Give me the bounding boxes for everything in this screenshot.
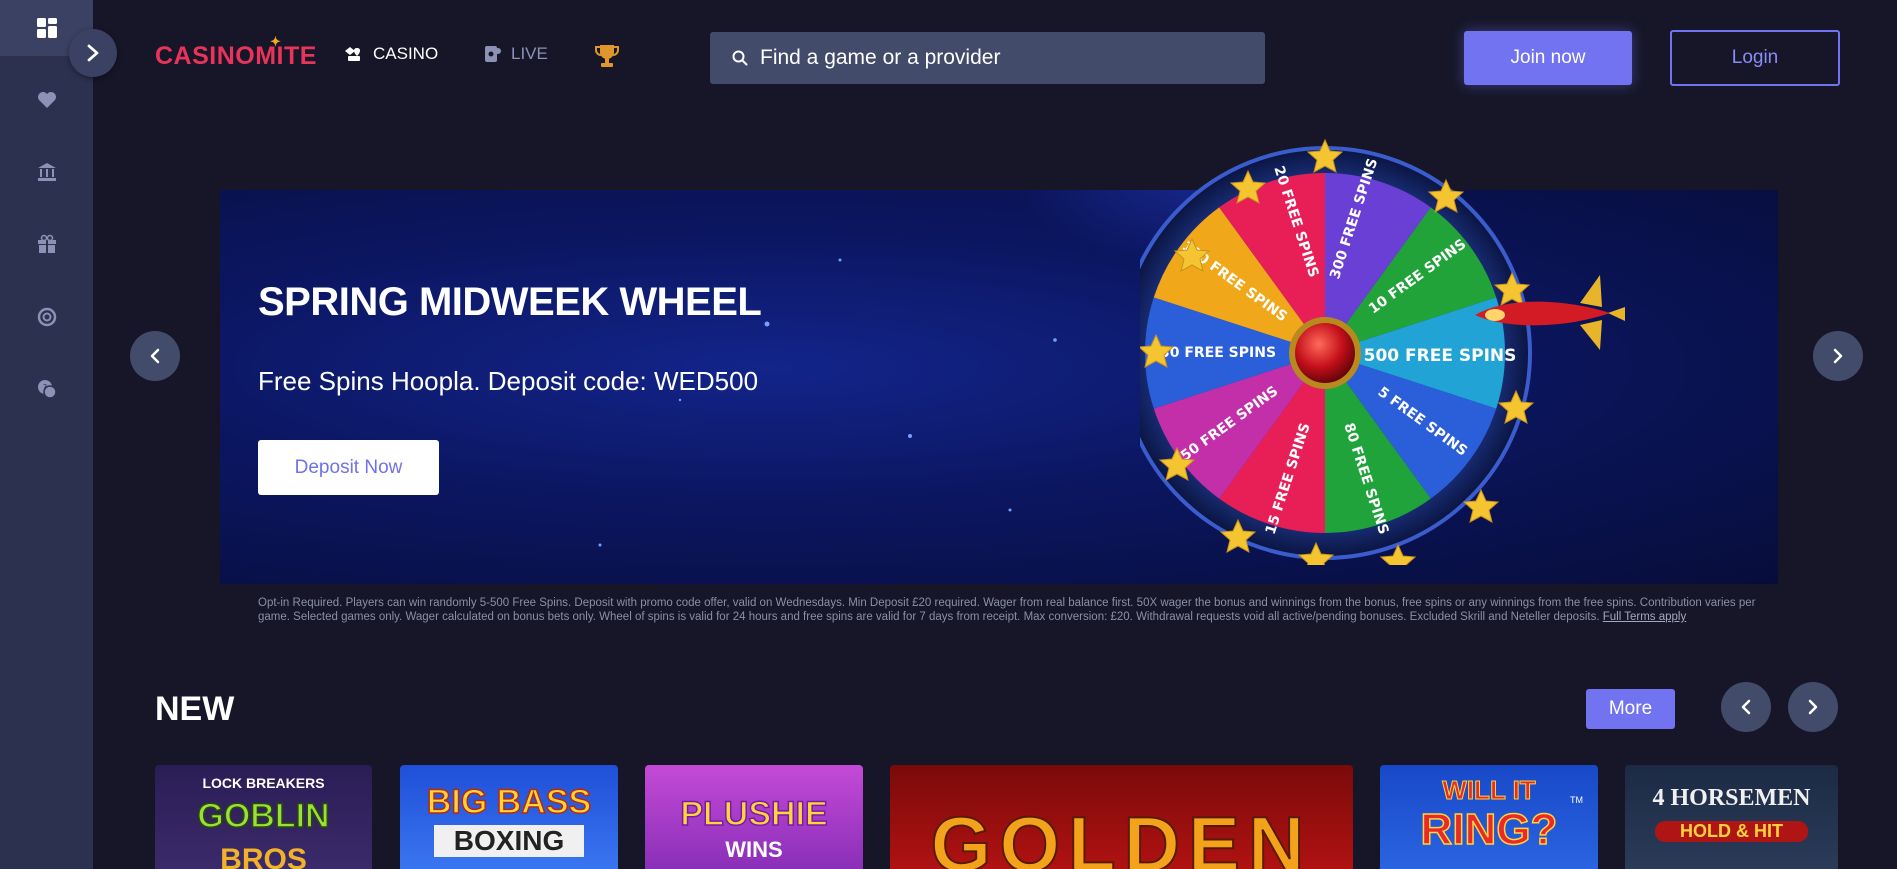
- full-terms-link[interactable]: Full Terms apply: [1603, 611, 1687, 623]
- game-tile-golden[interactable]: GOLDEN: [890, 765, 1353, 869]
- banner-prev-button[interactable]: [130, 331, 180, 381]
- sidebar-item-bank[interactable]: [0, 144, 93, 200]
- nav-casino-label: CASINO: [373, 44, 439, 63]
- banner-title: SPRING MIDWEEK WHEEL: [258, 280, 762, 324]
- chevron-right-icon: [1808, 699, 1818, 715]
- search-input[interactable]: Find a game or a provider: [760, 46, 1000, 70]
- section-title-new: NEW: [155, 690, 235, 728]
- dashboard-icon: [36, 18, 57, 38]
- sidebar: ?: [0, 0, 93, 869]
- banner-subtitle: Free Spins Hoopla. Deposit code: WED500: [258, 366, 759, 396]
- game-tile-goblin-bros[interactable]: LOCK BREAKERS GOBLIN BROS: [155, 765, 372, 869]
- game-tile-big-bass-boxing[interactable]: BIG BASS BOXING: [400, 765, 618, 869]
- game-tile-will-it-ring[interactable]: WILL IT RING? TM: [1380, 765, 1598, 869]
- chevron-left-icon: [150, 348, 160, 364]
- logo-spark-icon: ✦: [270, 34, 282, 49]
- wheel-segment-30: 30 FREE SPINS: [1160, 345, 1276, 361]
- chevron-right-icon: [87, 44, 99, 62]
- sidebar-item-promotions[interactable]: [0, 216, 93, 272]
- chevron-left-icon: [1741, 699, 1751, 715]
- search-bar[interactable]: Find a game or a provider: [710, 32, 1265, 84]
- prize-wheel-graphic: 300 FREE SPINS 10 FREE SPINS 500 FREE SP…: [1140, 138, 1625, 565]
- new-next-button[interactable]: [1788, 682, 1838, 732]
- disclaimer-text: Opt-in Required. Players can win randoml…: [258, 597, 1756, 623]
- nav-casino[interactable]: CASINO: [343, 44, 438, 64]
- game-tile-plushie-wins[interactable]: PLUSHIE WINS: [645, 765, 863, 869]
- deposit-now-button[interactable]: Deposit Now: [258, 440, 439, 495]
- promo-disclaimer: Opt-in Required. Players can win randoml…: [258, 596, 1758, 624]
- gift-icon: [37, 234, 56, 253]
- target-icon: [37, 307, 56, 327]
- chevron-right-icon: [1833, 348, 1843, 364]
- svg-text:?: ?: [42, 383, 46, 392]
- logo[interactable]: CASINOMITE ✦: [155, 34, 317, 71]
- nav-live-label: LIVE: [511, 44, 548, 63]
- heart-icon: [37, 92, 56, 108]
- game-tile-4-horsemen[interactable]: 4 HORSEMEN HOLD & HIT: [1625, 765, 1838, 869]
- cards-icon: [345, 47, 361, 61]
- join-now-button[interactable]: Join now: [1464, 31, 1632, 85]
- sidebar-toggle-button[interactable]: [69, 29, 117, 77]
- trophy-icon: [595, 45, 619, 67]
- search-icon: [732, 50, 748, 66]
- sidebar-item-target[interactable]: [0, 289, 93, 345]
- nav-trophy[interactable]: [593, 42, 621, 70]
- nav-live[interactable]: LIVE: [483, 44, 548, 64]
- banner-next-button[interactable]: [1813, 331, 1863, 381]
- live-dealer-icon: [485, 46, 501, 62]
- more-button[interactable]: More: [1586, 689, 1675, 729]
- logo-text: CASINOMITE: [155, 42, 317, 70]
- sidebar-item-favourites[interactable]: [0, 72, 93, 128]
- login-button[interactable]: Login: [1670, 30, 1840, 86]
- support-icon: ?: [37, 380, 57, 399]
- new-prev-button[interactable]: [1721, 682, 1771, 732]
- bank-icon: [37, 163, 56, 181]
- wheel-segment-500: 500 FREE SPINS: [1364, 346, 1517, 366]
- sidebar-item-support[interactable]: ?: [0, 361, 93, 417]
